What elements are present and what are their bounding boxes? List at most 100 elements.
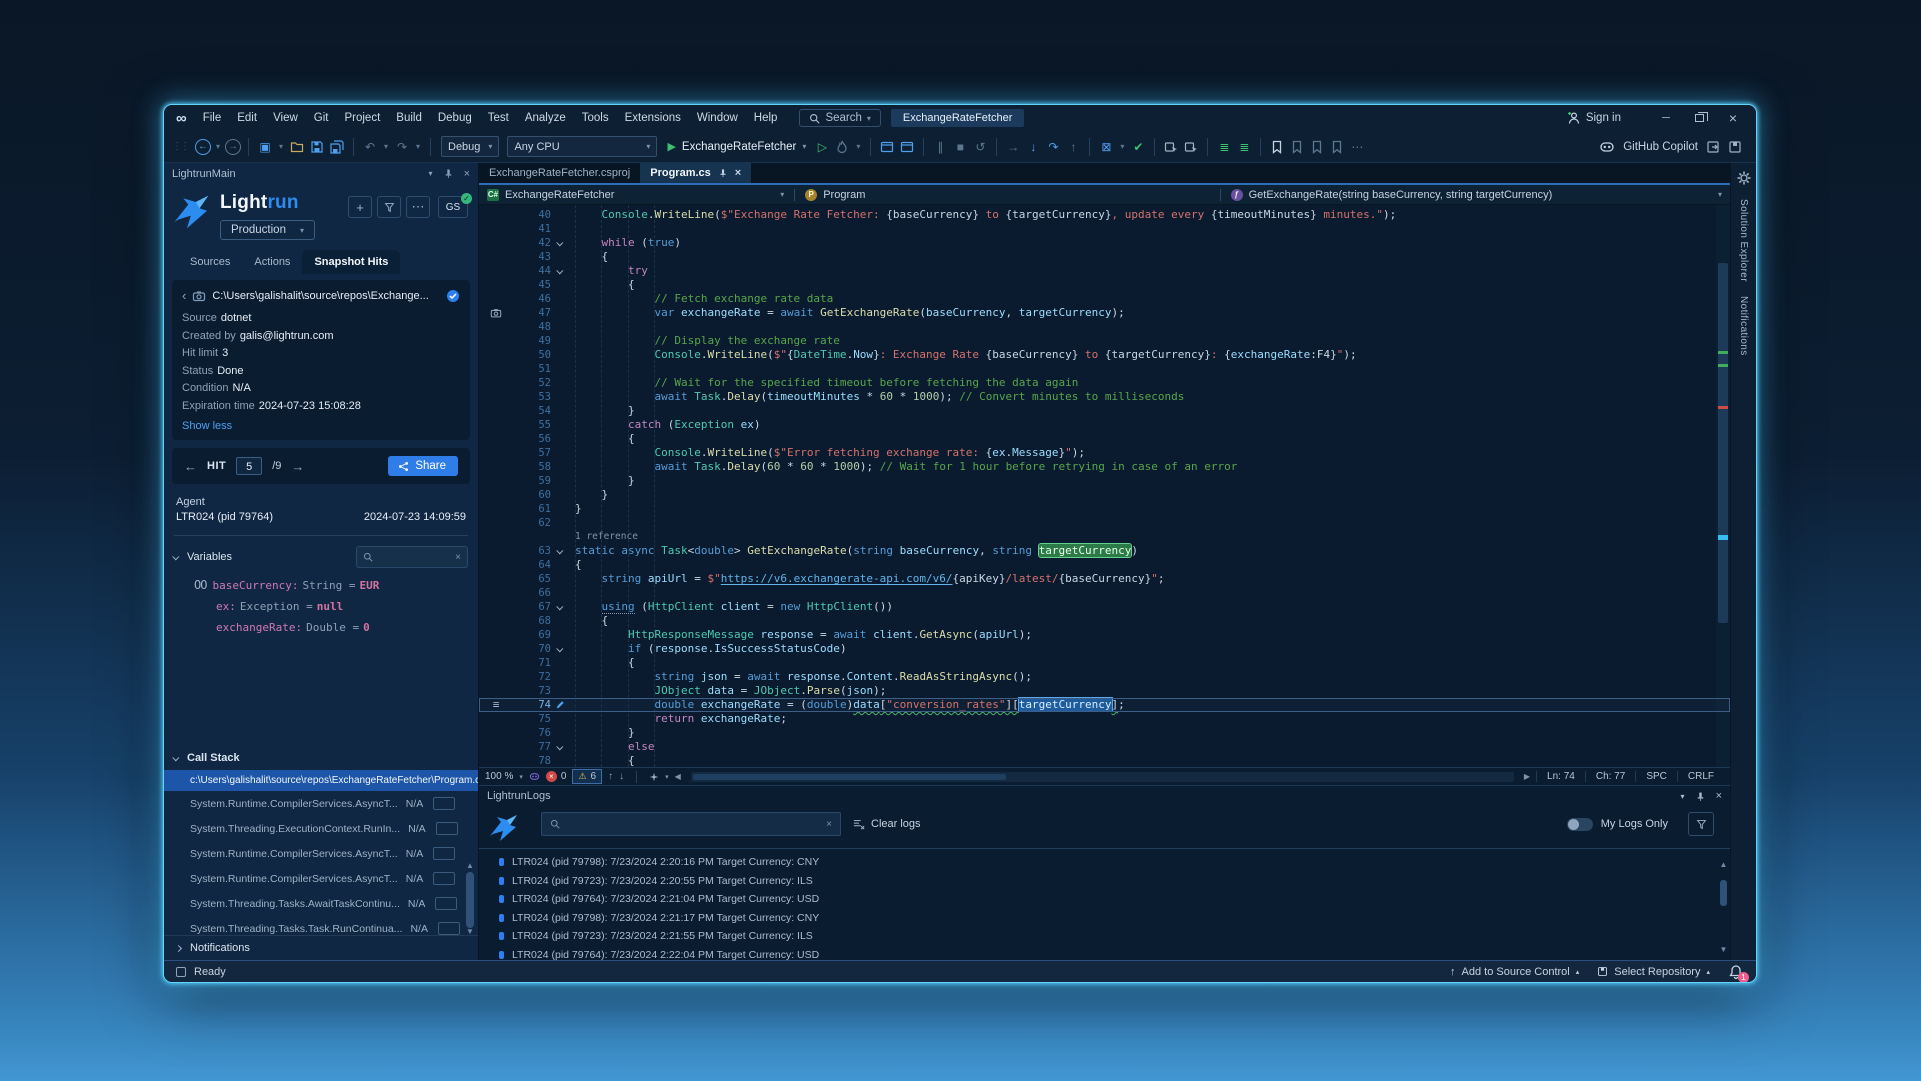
code-line[interactable]: 60 } — [479, 488, 1730, 502]
menu-test[interactable]: Test — [480, 109, 517, 127]
search-box[interactable]: Search ▾ — [799, 109, 880, 127]
editor-tab-program.cs[interactable]: Program.cs× — [640, 163, 751, 183]
code-line[interactable]: 42 while (true) — [479, 236, 1730, 250]
code-line[interactable]: 51 — [479, 362, 1730, 376]
next-issue-button[interactable]: ↓ — [619, 771, 624, 782]
menu-help[interactable]: Help — [746, 109, 786, 127]
fold-indicator[interactable] — [551, 544, 569, 558]
code-line[interactable]: 77 else — [479, 740, 1730, 754]
pin-icon[interactable] — [718, 168, 728, 178]
lightrun-action-icon[interactable]: ≡ — [493, 698, 500, 712]
log-entry[interactable]: LTR024 (pid 79764): 7/23/2024 2:21:04 PM… — [479, 890, 1730, 909]
fold-indicator[interactable] — [551, 642, 569, 656]
logs-scrollbar[interactable]: ▲ ▼ — [1719, 860, 1728, 954]
notifications-section-header[interactable]: Notifications — [164, 935, 478, 960]
frame-checkbox[interactable] — [436, 822, 458, 835]
restore-button[interactable] — [1695, 114, 1704, 122]
panel-dropdown-icon[interactable]: ▾ — [429, 169, 433, 178]
menu-project[interactable]: Project — [336, 109, 388, 127]
code-line[interactable]: 41 — [479, 222, 1730, 236]
variable-row[interactable]: ex:Exception =null — [164, 596, 478, 617]
redo-dropdown-icon[interactable]: ▾ — [413, 137, 423, 157]
breadcrumb-member[interactable]: GetExchangeRate(string baseCurrency, str… — [1249, 189, 1553, 201]
code-line[interactable]: 62 — [479, 516, 1730, 530]
new-window-icon[interactable] — [878, 140, 896, 154]
step-out-button[interactable]: ↑ — [1064, 137, 1082, 157]
previous-bookmark-button[interactable] — [1288, 140, 1306, 154]
next-bookmark-button[interactable] — [1308, 140, 1326, 154]
github-copilot-icon[interactable] — [1599, 139, 1615, 155]
tab-close-icon[interactable]: × — [735, 167, 741, 179]
menu-edit[interactable]: Edit — [229, 109, 265, 127]
my-logs-only-toggle[interactable] — [1567, 818, 1593, 831]
undo-dropdown-icon[interactable]: ▾ — [381, 137, 391, 157]
github-copilot-label[interactable]: GitHub Copilot — [1623, 141, 1698, 153]
code-line[interactable]: 52 // Wait for the specified timeout bef… — [479, 376, 1730, 390]
code-line[interactable]: 40 Console.WriteLine($"Exchange Rate Fet… — [479, 208, 1730, 222]
start-debugging-button[interactable]: ▶ ExchangeRateFetcher ▾ — [667, 140, 806, 153]
tab-notifications[interactable]: Notifications — [1738, 296, 1749, 356]
tab-solution-explorer[interactable]: Solution Explorer — [1738, 199, 1749, 282]
breakpoint-dropdown-icon[interactable]: ▾ — [1117, 137, 1127, 157]
frame-checkbox[interactable] — [433, 847, 455, 860]
breakpoint-settings-button[interactable]: ⊠ — [1097, 137, 1115, 157]
editor-tab-exchangeratefetcher.csproj[interactable]: ExchangeRateFetcher.csproj — [479, 163, 640, 183]
scroll-right-icon[interactable]: ▶ — [1524, 772, 1530, 781]
restart-button[interactable]: ↺ — [971, 137, 989, 157]
step-into-button[interactable]: ↓ — [1024, 137, 1042, 157]
toolbar-grip[interactable]: ⋮⋮ — [172, 141, 188, 152]
toggle-bookmark-button[interactable] — [1268, 140, 1286, 154]
code-line[interactable]: 54 } — [479, 404, 1730, 418]
start-without-debugging-button[interactable]: ▷ — [813, 137, 831, 157]
call-stack-frame[interactable]: System.Threading.Tasks.AwaitTaskContinu.… — [164, 891, 478, 916]
pin-icon[interactable] — [443, 168, 454, 179]
call-stack-frame[interactable]: System.Runtime.CompilerServices.AsyncT..… — [164, 841, 478, 866]
frame-checkbox[interactable] — [433, 797, 455, 810]
hot-reload-icon[interactable] — [833, 140, 851, 154]
code-line[interactable]: 43 { — [479, 250, 1730, 264]
code-line[interactable]: 69 HttpResponseMessage response = await … — [479, 628, 1730, 642]
line-ending-indicator[interactable]: CRLF — [1677, 771, 1724, 782]
step-over-button[interactable]: ↷ — [1044, 137, 1062, 157]
code-line[interactable]: 72 string json = await response.Content.… — [479, 670, 1730, 684]
share-feedback-icon[interactable] — [1706, 140, 1720, 154]
menu-extensions[interactable]: Extensions — [617, 109, 689, 127]
navigate-cursor-forward-icon[interactable] — [1182, 140, 1200, 154]
menu-file[interactable]: File — [195, 109, 230, 127]
warning-count[interactable]: ⚠6 — [572, 769, 602, 784]
environment-dropdown[interactable]: Production▾ — [220, 220, 315, 240]
tab-sources[interactable]: Sources — [178, 250, 242, 274]
call-stack-frame[interactable]: System.Threading.ExecutionContext.RunIn.… — [164, 816, 478, 841]
menu-view[interactable]: View — [265, 109, 306, 127]
notifications-bell[interactable]: 1 — [1728, 964, 1744, 980]
code-line[interactable]: 46 // Fetch exchange rate data — [479, 292, 1730, 306]
frame-checkbox[interactable] — [438, 922, 460, 935]
menu-analyze[interactable]: Analyze — [517, 109, 574, 127]
navigate-back-button[interactable]: ← — [195, 139, 211, 155]
select-repository-button[interactable]: Select Repository ▴ — [1597, 966, 1710, 978]
spell-check-button[interactable]: ✔ — [1129, 137, 1147, 157]
save-all-button[interactable] — [328, 140, 346, 154]
variable-row[interactable]: OObaseCurrency:String =EUR — [164, 574, 478, 596]
code-line[interactable]: 75 return exchangeRate; — [479, 712, 1730, 726]
user-avatar[interactable]: GS✓ — [438, 196, 468, 218]
code-line[interactable]: 48 — [479, 320, 1730, 334]
pin-icon[interactable] — [1695, 791, 1706, 802]
call-stack-frame[interactable]: System.Runtime.CompilerServices.AsyncT..… — [164, 791, 478, 816]
frame-checkbox[interactable] — [433, 872, 455, 885]
gear-icon[interactable] — [1737, 171, 1751, 185]
panel-dropdown-icon[interactable]: ▾ — [1681, 792, 1685, 801]
clear-search-icon[interactable]: × — [455, 552, 461, 563]
log-entry[interactable]: LTR024 (pid 79723): 7/23/2024 2:21:55 PM… — [479, 927, 1730, 946]
menu-debug[interactable]: Debug — [430, 109, 480, 127]
clear-bookmarks-button[interactable] — [1328, 140, 1346, 154]
horizontal-scrollbar[interactable] — [691, 772, 1514, 782]
share-button[interactable]: Share — [388, 456, 458, 476]
code-line[interactable]: 45 { — [479, 278, 1730, 292]
call-stack-scrollbar[interactable]: ▲ ▼ — [465, 862, 475, 936]
logs-filter-button[interactable] — [1688, 812, 1714, 836]
chevron-down-icon[interactable]: ▾ — [780, 190, 784, 199]
call-stack-frame[interactable]: System.Threading.Tasks.Task.RunContinua.… — [164, 916, 478, 935]
call-stack-frame[interactable]: System.Runtime.CompilerServices.AsyncT..… — [164, 866, 478, 891]
breadcrumb-project[interactable]: ExchangeRateFetcher — [505, 189, 614, 201]
